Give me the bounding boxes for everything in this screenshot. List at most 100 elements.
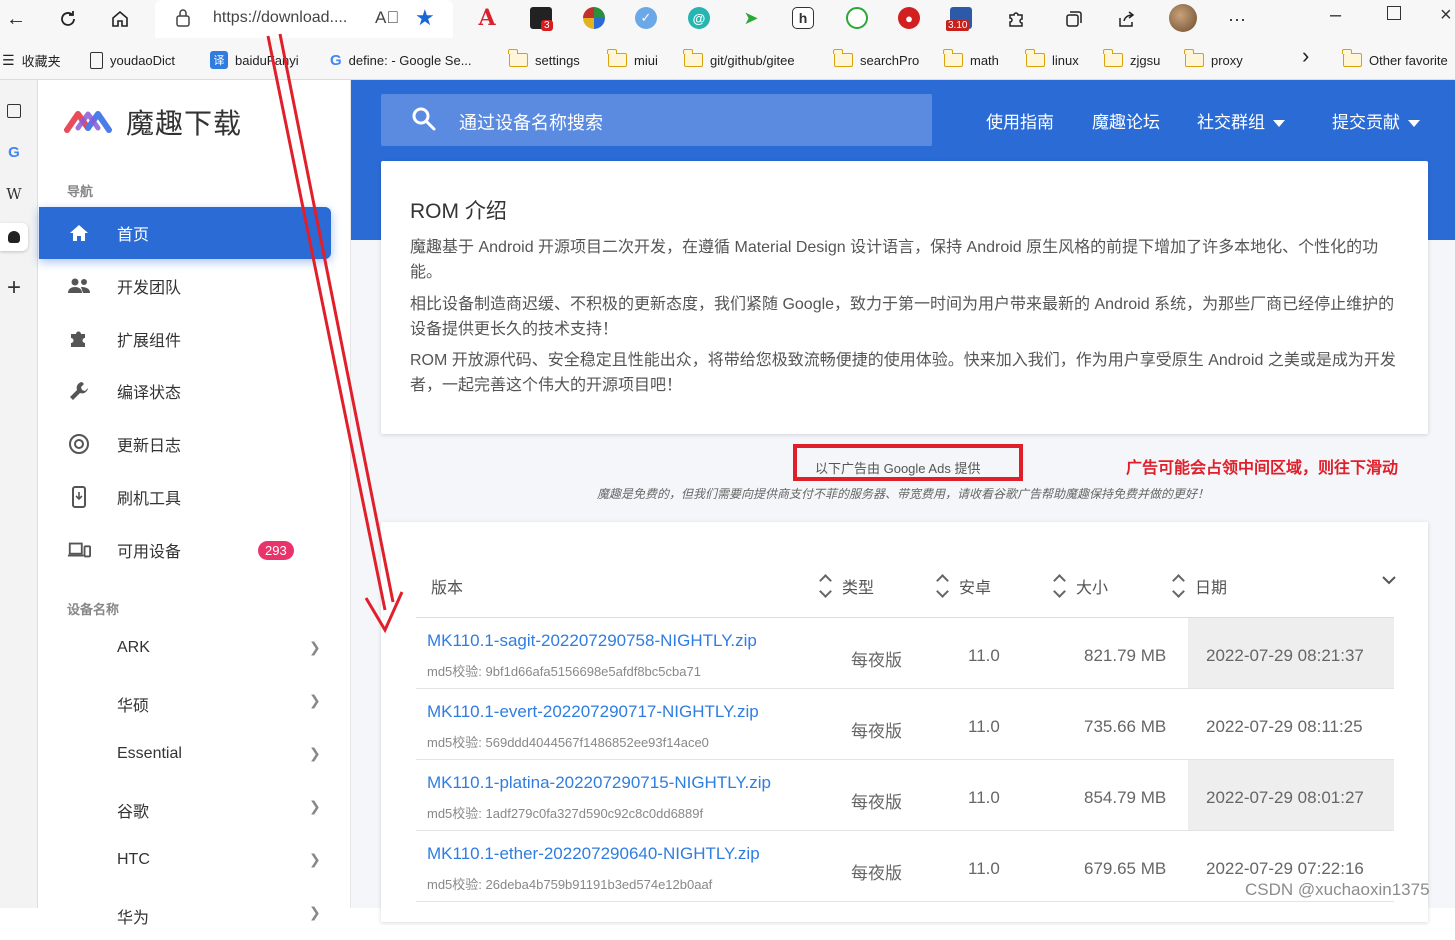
folder-icon: [833, 49, 853, 67]
device-item[interactable]: ARK ❯: [39, 625, 331, 675]
device-item[interactable]: Essential ❯: [39, 731, 331, 781]
url-text[interactable]: https://download....: [213, 9, 347, 27]
rom-download-link[interactable]: MK110.1-ether-202207290640-NIGHTLY.zip: [427, 844, 760, 864]
caret-down-icon: [1408, 120, 1420, 128]
refresh-icon[interactable]: [54, 5, 82, 33]
extension-translate-icon[interactable]: @: [688, 7, 710, 29]
column-header-date[interactable]: 日期: [1172, 574, 1228, 598]
file-size: 854.79 MB: [1084, 788, 1167, 807]
tab-mokee-active-icon[interactable]: [0, 223, 28, 251]
extension-bracket-icon[interactable]: h: [792, 7, 814, 29]
column-header-size[interactable]: 大小: [1053, 574, 1108, 598]
device-item[interactable]: HTC ❯: [39, 837, 331, 887]
nav-item-extensions[interactable]: 扩展组件: [39, 313, 331, 365]
bookmark-youdaodict[interactable]: youdaoDict: [90, 50, 175, 70]
nav-item-build-status[interactable]: 编译状态: [39, 365, 331, 417]
favorite-star-icon[interactable]: ★: [415, 5, 435, 31]
column-header-version[interactable]: 版本: [431, 574, 463, 598]
device-label: Essential: [117, 745, 182, 762]
share-icon[interactable]: [1112, 5, 1140, 33]
tab-google-icon[interactable]: G: [0, 138, 28, 166]
nav-dropdown-social[interactable]: 社交群组: [1197, 108, 1285, 133]
site-sidebar: 魔趣下载 导航 首页 开发团队 扩展组件 编译状态 更新日志 刷机工具 可用设备…: [39, 80, 351, 927]
extension-font-icon[interactable]: A: [476, 5, 498, 31]
column-label: 安卓: [959, 580, 992, 597]
tab-actions-icon[interactable]: [0, 97, 28, 125]
bookmark-folder-searchpro[interactable]: searchPro: [833, 49, 919, 70]
maximize-icon[interactable]: [1387, 6, 1401, 20]
tab-wikipedia-icon[interactable]: W: [0, 180, 28, 208]
bookmark-favorites[interactable]: ☰ 收藏夹: [2, 50, 61, 70]
extension-record-icon[interactable]: ●: [898, 7, 920, 29]
site-logo[interactable]: 魔趣下载: [64, 102, 242, 142]
nav-item-flash-tools[interactable]: 刷机工具: [39, 471, 331, 523]
bookmark-folder-zjgsu[interactable]: zjgsu: [1103, 49, 1160, 70]
date-cell: 2022-07-29 08:01:27: [1188, 760, 1394, 830]
back-icon[interactable]: ←: [2, 5, 30, 33]
extension-leaf-icon[interactable]: ➤: [740, 7, 762, 29]
bookmark-baidufanyi[interactable]: 译 baiduFanyi: [210, 50, 299, 70]
bookmark-google-define[interactable]: G define: - Google Se...: [330, 50, 472, 70]
nav-item-team[interactable]: 开发团队: [39, 260, 331, 312]
nav-dropdown-contribute[interactable]: 提交贡献: [1332, 108, 1420, 133]
bookmark-label: git/github/gitee: [710, 52, 795, 68]
chevron-down-icon[interactable]: [1382, 572, 1396, 590]
google-icon: G: [330, 51, 342, 69]
sort-icon: [819, 574, 832, 598]
read-aloud-icon[interactable]: A⃞: [375, 8, 399, 28]
extensions-puzzle-icon[interactable]: [1002, 5, 1030, 33]
bookmark-folder-settings[interactable]: settings: [508, 49, 580, 70]
nav-link-guide[interactable]: 使用指南: [986, 108, 1054, 133]
translate-icon: 译: [210, 51, 228, 69]
sort-icon: [936, 574, 949, 598]
bookmark-folder-other[interactable]: Other favorite: [1342, 49, 1448, 70]
devices-icon: [67, 538, 91, 562]
rom-download-link[interactable]: MK110.1-evert-202207290717-NIGHTLY.zip: [427, 702, 759, 722]
rom-download-link[interactable]: MK110.1-platina-202207290715-NIGHTLY.zip: [427, 773, 771, 793]
address-bar[interactable]: https://download.... A⃞ ★: [155, 0, 453, 38]
sort-icon: [1053, 574, 1066, 598]
device-count-badge: 293: [258, 540, 294, 560]
device-item[interactable]: 华为 ❯: [39, 890, 331, 940]
nav-item-home[interactable]: 首页: [39, 207, 331, 259]
new-tab-plus-icon[interactable]: +: [0, 274, 28, 302]
nav-heading: 导航: [67, 184, 94, 199]
nav-item-devices[interactable]: 可用设备 293: [39, 524, 331, 576]
bookmark-folder-proxy[interactable]: proxy: [1184, 49, 1243, 70]
close-icon[interactable]: ×: [1440, 4, 1452, 27]
nav-item-changelog[interactable]: 更新日志: [39, 418, 331, 470]
table-row: MK110.1-sagit-202207290758-NIGHTLY.zip m…: [416, 618, 1394, 689]
collections-icon[interactable]: [1060, 5, 1088, 33]
rom-download-link[interactable]: MK110.1-sagit-202207290758-NIGHTLY.zip: [427, 631, 757, 651]
lock-icon[interactable]: [175, 9, 191, 27]
extension-check-icon[interactable]: ✓: [635, 7, 657, 29]
column-label: 日期: [1195, 580, 1228, 597]
group-icon: [67, 274, 91, 298]
bookmarks-more-chevron-icon[interactable]: ›: [1302, 43, 1309, 68]
nav-label: 首页: [117, 227, 150, 244]
bookmark-folder-git[interactable]: git/github/gitee: [683, 49, 795, 70]
column-header-type[interactable]: 类型: [819, 574, 875, 598]
bookmark-folder-linux[interactable]: linux: [1025, 49, 1079, 70]
md5-checksum: md5校验: 26deba4b759b91191b3ed574e12b0aaf: [427, 877, 713, 892]
extension-globe-icon[interactable]: [583, 7, 605, 29]
minimize-icon[interactable]: –: [1330, 4, 1341, 27]
extension-circle-icon[interactable]: [846, 7, 868, 29]
nav-label: 编译状态: [117, 385, 182, 402]
profile-avatar[interactable]: [1169, 4, 1197, 32]
favorites-icon: ☰: [2, 51, 15, 68]
device-search-input[interactable]: 通过设备名称搜索: [381, 94, 932, 146]
device-item[interactable]: 谷歌 ❯: [39, 784, 331, 834]
android-version: 11.0: [968, 788, 1000, 807]
bookmark-folder-math[interactable]: math: [943, 49, 999, 70]
nav-link-forum[interactable]: 魔趣论坛: [1092, 108, 1160, 133]
device-item[interactable]: 华硕 ❯: [39, 678, 331, 728]
more-menu-icon[interactable]: ···: [1223, 5, 1251, 33]
date-cell: 2022-07-29 08:21:37: [1188, 618, 1394, 688]
home-icon[interactable]: [106, 5, 134, 33]
column-header-android[interactable]: 安卓: [936, 574, 992, 598]
column-label: 版本: [431, 580, 464, 597]
column-label: 类型: [842, 580, 875, 597]
bookmark-folder-miui[interactable]: miui: [607, 49, 658, 70]
md5-checksum: md5校验: 569ddd4044567f1486852ee93f14ace0: [427, 735, 709, 750]
